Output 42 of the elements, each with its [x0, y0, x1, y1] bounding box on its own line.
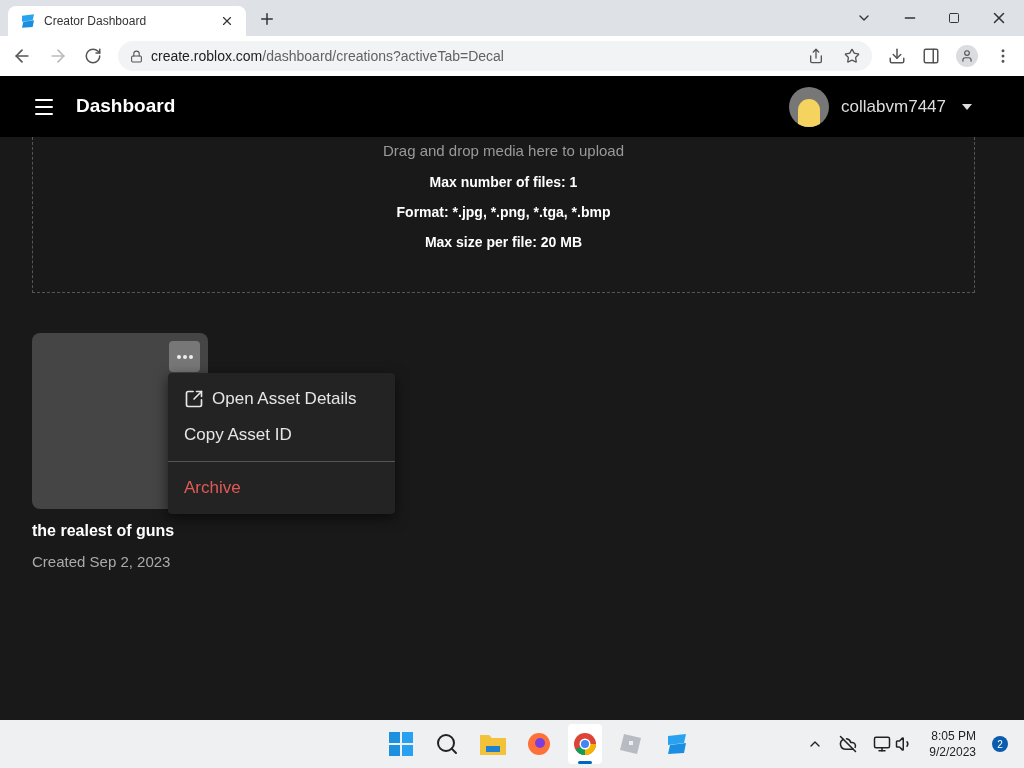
- upload-rule: Max size per file: 20 MB: [424, 232, 583, 252]
- upload-hint: Drag and drop media here to upload: [383, 141, 624, 161]
- notification-count[interactable]: 2: [992, 736, 1008, 752]
- folder-icon: [479, 733, 506, 755]
- username[interactable]: collabvm7447: [841, 93, 946, 120]
- network-icon[interactable]: [873, 735, 892, 753]
- upload-rule: Format: *.jpg, *.png, *.tga, *.bmp: [396, 202, 611, 222]
- address-bar[interactable]: create.roblox.com/dashboard/creations?activeTab=Decal: [118, 41, 872, 71]
- windows-icon: [388, 732, 413, 756]
- tab-title: Creator Dashboard: [44, 13, 148, 30]
- profile-icon[interactable]: [956, 45, 978, 67]
- download-icon[interactable]: [888, 47, 906, 65]
- page-title: Dashboard: [76, 94, 176, 119]
- upload-rule: Max number of files: 1: [429, 172, 578, 192]
- close-icon[interactable]: [220, 14, 234, 28]
- menu-item[interactable]: Copy Asset ID: [168, 417, 395, 453]
- upload-dropzone[interactable]: Drag and drop media here to upload Max number of files: 1 Format: *.jpg, *.png, *.tga, *.bmp Max size per file: 20 MB: [32, 137, 975, 293]
- cloud-off-icon[interactable]: [839, 735, 858, 753]
- star-icon[interactable]: [844, 48, 860, 64]
- side-panel-icon[interactable]: [922, 47, 940, 65]
- clock-time[interactable]: 8:05 PM: [931, 728, 976, 744]
- lock-icon: [130, 49, 143, 63]
- menu-item[interactable]: Archive: [168, 470, 395, 506]
- firefox-icon: [526, 732, 551, 756]
- more-options-button[interactable]: [169, 341, 200, 372]
- avatar[interactable]: [789, 86, 830, 127]
- chrome-icon: [572, 732, 597, 756]
- clock-date[interactable]: 9/2/2023: [929, 744, 976, 760]
- studio-icon: [20, 13, 36, 29]
- restore-icon[interactable]: [948, 12, 960, 24]
- search-icon: [434, 732, 459, 756]
- dropdown-caret-icon[interactable]: [962, 103, 972, 110]
- asset-created-date: Created Sep 2, 2023: [32, 552, 172, 572]
- reload-icon[interactable]: [84, 47, 102, 65]
- ellipsis-icon: [176, 354, 193, 359]
- asset-name: the realest of guns: [32, 521, 176, 541]
- share-icon[interactable]: [808, 48, 824, 64]
- browser-tab[interactable]: Creator Dashboard: [8, 6, 246, 36]
- external-link-icon: [184, 389, 204, 409]
- menu-item[interactable]: Open Asset Details: [168, 381, 395, 417]
- url-text: create.roblox.com/dashboard/creations?activeTab=Decal: [151, 46, 505, 66]
- new-tab-icon[interactable]: [258, 10, 276, 28]
